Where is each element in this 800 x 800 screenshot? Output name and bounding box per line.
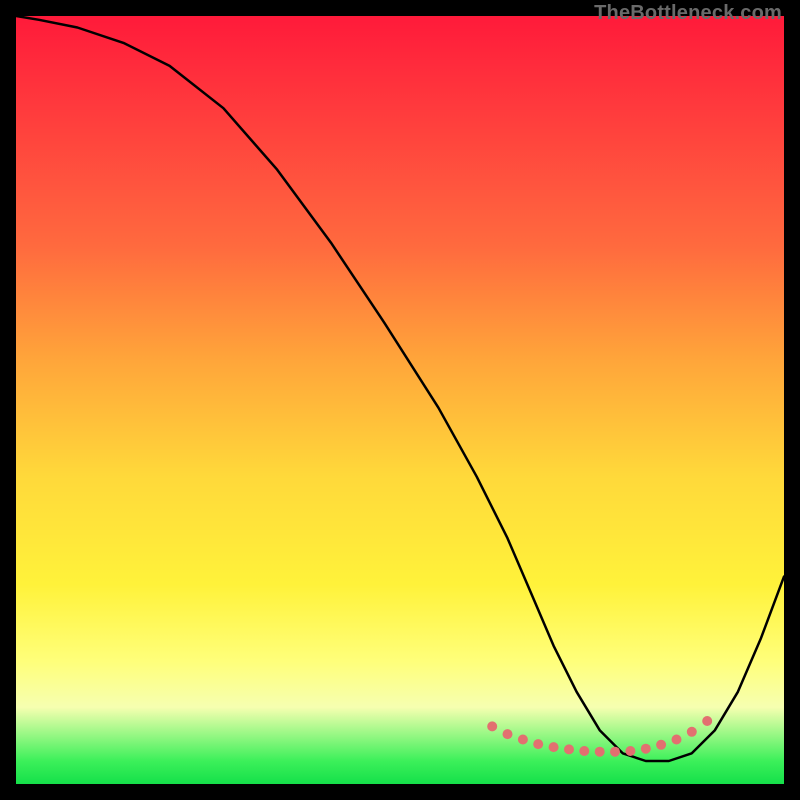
trough-marker-dot [656,740,666,750]
trough-marker-dot [503,729,513,739]
trough-markers-group [487,716,712,757]
trough-marker-dot [641,744,651,754]
trough-marker-dot [518,735,528,745]
chart-plot-area [16,16,784,784]
trough-marker-dot [564,744,574,754]
chart-svg [16,16,784,784]
trough-marker-dot [549,742,559,752]
chart-stage: TheBottleneck.com [0,0,800,800]
trough-marker-dot [702,716,712,726]
trough-marker-dot [579,746,589,756]
trough-marker-dot [595,747,605,757]
bottleneck-curve-path [16,16,784,761]
trough-marker-dot [610,747,620,757]
attribution-text: TheBottleneck.com [594,2,782,25]
trough-marker-dot [672,735,682,745]
trough-marker-dot [625,746,635,756]
trough-marker-dot [533,739,543,749]
trough-marker-dot [687,727,697,737]
trough-marker-dot [487,721,497,731]
